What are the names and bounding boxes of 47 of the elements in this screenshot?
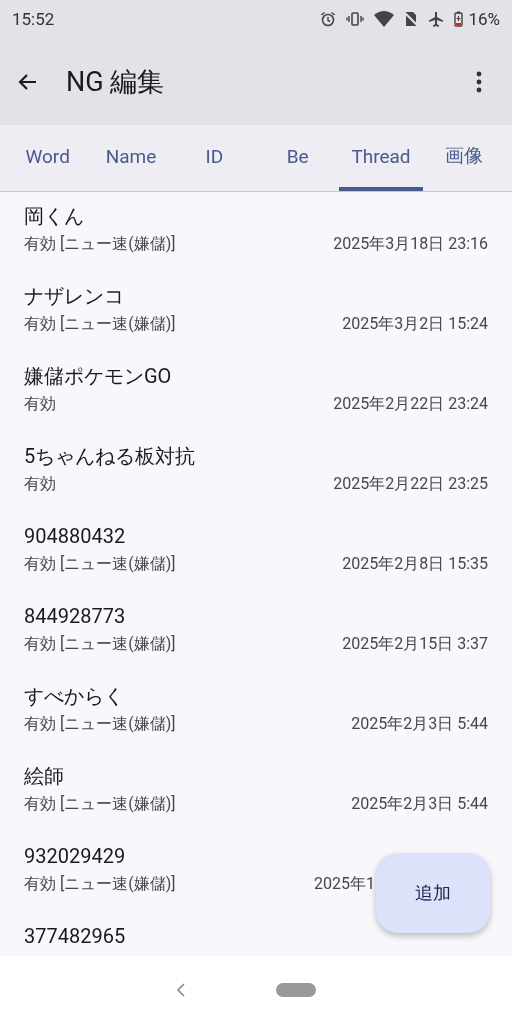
entry-title[interactable]: ナザレンコ: [24, 280, 124, 312]
more-icon: [476, 69, 482, 94]
entry-title[interactable]: 岡くん: [24, 200, 84, 232]
entry-status: 有効: [24, 473, 56, 495]
entry-date: 2025年2月8日 15:35: [342, 553, 488, 575]
entry-status: 有効 [ニュー速(嫌儲)]: [24, 553, 176, 575]
entry-status: 有効 [ニュー速(嫌儲)]: [24, 233, 176, 255]
back-nav-icon[interactable]: [176, 982, 186, 998]
airplane-icon: [428, 11, 445, 27]
entry-status: 有効 [ニュー速(嫌儲)]: [24, 713, 176, 735]
entry-status: 有効 [ニュー速(嫌儲)]: [24, 793, 176, 815]
clock: 15:52: [12, 9, 55, 29]
entry-date: 2025年1: [314, 873, 375, 895]
entry-title[interactable]: 377482965: [24, 920, 126, 952]
entry-status: 有効 [ニュー速(嫌儲)]: [24, 873, 176, 895]
vibrate-icon: [346, 11, 365, 27]
entry-date: 2025年2月22日 23:24: [333, 393, 488, 415]
entry-title[interactable]: 932029429: [24, 840, 126, 872]
wifi-icon: [374, 11, 395, 27]
add-button[interactable]: 追加: [376, 853, 490, 933]
entry-date: 2025年2月22日 23:25: [333, 473, 488, 495]
tab[interactable]: Name: [89, 125, 173, 191]
entry-title[interactable]: 嫌儲ポケモンGO: [24, 360, 172, 392]
alarm-icon: [320, 11, 337, 27]
entry-status: 有効 [ニュー速(嫌儲)]: [24, 313, 176, 335]
entry-date: 2025年3月2日 15:24: [342, 313, 488, 335]
entry-title[interactable]: 844928773: [24, 600, 126, 632]
entry-title[interactable]: 904880432: [24, 520, 126, 552]
no-sim-icon: [404, 11, 419, 27]
tab[interactable]: Word: [6, 125, 90, 191]
tab[interactable]: ID: [172, 125, 256, 191]
tab[interactable]: 画像: [422, 125, 506, 191]
entry-title[interactable]: 5ちゃんねる板対抗: [24, 440, 196, 472]
battery-level: 16%: [468, 9, 500, 29]
entry-date: 2025年2月3日 5:44: [351, 713, 488, 735]
entry-title[interactable]: すべからく: [24, 680, 124, 712]
entry-status: 有効: [24, 393, 56, 415]
tab[interactable]: Be: [256, 125, 340, 191]
entry-date: 2025年3月18日 23:16: [333, 233, 488, 255]
screen-title: NG 編集: [66, 64, 166, 100]
entry-title[interactable]: 絵師: [24, 760, 64, 792]
battery-icon: [454, 11, 464, 27]
entry-date: 2025年2月3日 5:44: [351, 793, 488, 815]
tab[interactable]: Thread: [339, 125, 423, 191]
entry-status: 有効 [ニュー速(嫌儲)]: [24, 633, 176, 655]
entry-date: 2025年2月15日 3:37: [342, 633, 488, 655]
home-handle[interactable]: [276, 983, 316, 997]
